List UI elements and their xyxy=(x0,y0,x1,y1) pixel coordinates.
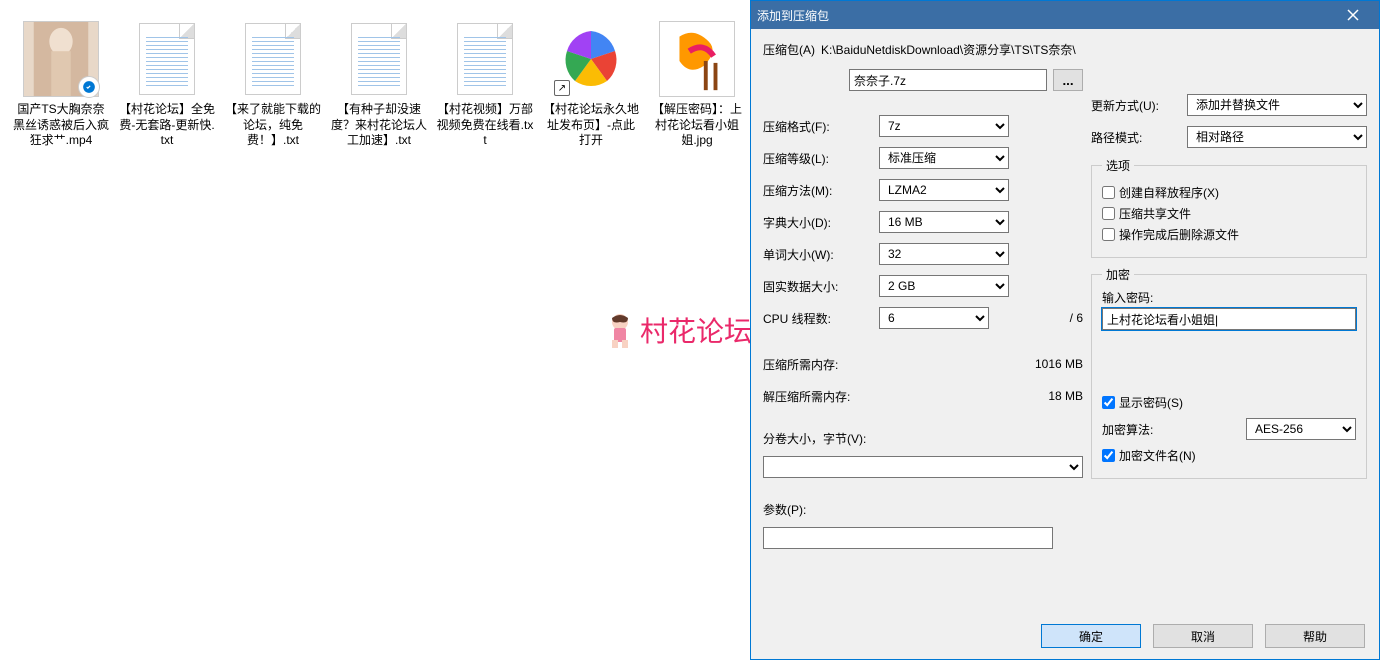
show-password-checkbox[interactable] xyxy=(1102,396,1115,409)
enc-method-label: 加密算法: xyxy=(1102,421,1192,438)
solid-select[interactable]: 2 GB xyxy=(879,275,1009,297)
show-password-label: 显示密码(S) xyxy=(1119,394,1183,411)
ok-button[interactable]: 确定 xyxy=(1041,624,1141,648)
word-select[interactable]: 32 xyxy=(879,243,1009,265)
pathmode-label: 路径模式: xyxy=(1091,129,1181,146)
format-label: 压缩格式(F): xyxy=(763,118,873,135)
dialog-titlebar[interactable]: 添加到压缩包 xyxy=(751,1,1379,29)
threads-select[interactable]: 6 xyxy=(879,307,989,329)
close-icon xyxy=(1347,9,1359,21)
file-item[interactable]: 【解压密码】：上村花论坛看小姐姐.jpg xyxy=(644,20,750,149)
text-file-icon xyxy=(234,20,312,98)
options-legend: 选项 xyxy=(1102,157,1134,174)
password-input[interactable] xyxy=(1102,308,1356,330)
archive-label: 压缩包(A) xyxy=(763,41,815,58)
encrypt-names-checkbox[interactable] xyxy=(1102,449,1115,462)
update-label: 更新方式(U): xyxy=(1091,97,1181,114)
file-item[interactable]: 【有种子却没速度？来村花论坛人工加速】.txt xyxy=(326,20,432,149)
close-button[interactable] xyxy=(1333,4,1373,26)
mem-comp-label: 压缩所需内存: xyxy=(763,356,873,373)
video-thumbnail xyxy=(22,20,100,98)
text-file-icon xyxy=(446,20,524,98)
dialog-right-column: 更新方式(U): 添加并替换文件 路径模式: 相对路径 选项 创建自释放程序(X) … xyxy=(1091,41,1367,601)
level-select[interactable]: 标准压缩 xyxy=(879,147,1009,169)
shortcut-arrow-icon: ↗ xyxy=(554,80,570,96)
sfx-label: 创建自释放程序(X) xyxy=(1119,184,1219,201)
pathmode-select[interactable]: 相对路径 xyxy=(1187,126,1367,148)
text-file-icon xyxy=(128,20,206,98)
update-select[interactable]: 添加并替换文件 xyxy=(1187,94,1367,116)
enc-method-select[interactable]: AES-256 xyxy=(1246,418,1356,440)
split-label: 分卷大小，字节(V): xyxy=(763,432,866,446)
solid-label: 固实数据大小: xyxy=(763,278,873,295)
share-label: 压缩共享文件 xyxy=(1119,205,1191,222)
sync-badge-icon xyxy=(78,76,100,98)
share-checkbox[interactable] xyxy=(1102,207,1115,220)
encryption-group: 加密 输入密码: 显示密码(S) 加密算法: AES-256 加密文件名(N) xyxy=(1091,266,1367,479)
word-label: 单词大小(W): xyxy=(763,246,873,263)
password-label: 输入密码: xyxy=(1102,289,1356,306)
watermark-girl-icon xyxy=(600,310,640,350)
file-label: 【村花论坛永久地址发布页】-点此打开 xyxy=(538,102,644,149)
method-label: 压缩方法(M): xyxy=(763,182,873,199)
file-item[interactable]: 【村花论坛】全免费-无套路-更新快.txt xyxy=(114,20,220,149)
text-file-icon xyxy=(340,20,418,98)
file-item[interactable]: 【村花视频】万部视频免费在线看.txt xyxy=(432,20,538,149)
dialog-title: 添加到压缩包 xyxy=(757,7,1333,24)
dict-select[interactable]: 16 MB xyxy=(879,211,1009,233)
mem-decomp-value: 18 MB xyxy=(1048,389,1083,403)
params-input[interactable] xyxy=(763,527,1053,549)
options-group: 选项 创建自释放程序(X) 压缩共享文件 操作完成后删除源文件 xyxy=(1091,157,1367,258)
dict-label: 字典大小(D): xyxy=(763,214,873,231)
delete-checkbox[interactable] xyxy=(1102,228,1115,241)
file-label: 【解压密码】：上村花论坛看小姐姐.jpg xyxy=(644,102,750,149)
file-label: 【村花论坛】全免费-无套路-更新快.txt xyxy=(114,102,220,149)
delete-label: 操作完成后删除源文件 xyxy=(1119,226,1239,243)
file-label: 【来了就能下载的论坛，纯免费！】.txt xyxy=(220,102,326,149)
mem-comp-value: 1016 MB xyxy=(1035,357,1083,371)
watermark: 村花论坛 xyxy=(600,310,752,350)
file-item[interactable]: 国产TS大胸奈奈黑丝诱惑被后入疯狂求艹.mp4 xyxy=(8,20,114,149)
format-select[interactable]: 7z xyxy=(879,115,1009,137)
add-to-archive-dialog: 添加到压缩包 压缩包(A) K:\BaiduNetdiskDownload\资源… xyxy=(750,0,1380,660)
file-item[interactable]: 【来了就能下载的论坛，纯免费！】.txt xyxy=(220,20,326,149)
method-select[interactable]: LZMA2 xyxy=(879,179,1009,201)
dialog-footer: 确定 取消 帮助 xyxy=(751,613,1379,659)
file-label: 国产TS大胸奈奈黑丝诱惑被后入疯狂求艹.mp4 xyxy=(8,102,114,149)
file-label: 【有种子却没速度？来村花论坛人工加速】.txt xyxy=(326,102,432,149)
dialog-left-column: 压缩包(A) K:\BaiduNetdiskDownload\资源分享\TS\T… xyxy=(763,41,1083,601)
help-button[interactable]: 帮助 xyxy=(1265,624,1365,648)
sfx-checkbox[interactable] xyxy=(1102,186,1115,199)
encrypt-names-label: 加密文件名(N) xyxy=(1119,447,1196,464)
dialog-body: 压缩包(A) K:\BaiduNetdiskDownload\资源分享\TS\T… xyxy=(751,29,1379,613)
file-label: 【村花视频】万部视频免费在线看.txt xyxy=(432,102,538,149)
image-thumbnail xyxy=(658,20,736,98)
archive-path: K:\BaiduNetdiskDownload\资源分享\TS\TS奈奈\ xyxy=(821,41,1083,58)
archive-name-input[interactable] xyxy=(849,69,1047,91)
level-label: 压缩等级(L): xyxy=(763,150,873,167)
threads-label: CPU 线程数: xyxy=(763,310,873,327)
encryption-legend: 加密 xyxy=(1102,266,1134,283)
split-select[interactable] xyxy=(763,456,1083,478)
watermark-text: 村花论坛 xyxy=(640,310,752,350)
mem-decomp-label: 解压缩所需内存: xyxy=(763,388,873,405)
file-item[interactable]: ↗ 【村花论坛永久地址发布页】-点此打开 xyxy=(538,20,644,149)
threads-max: / 6 xyxy=(1070,311,1083,325)
shortcut-thumbnail: ↗ xyxy=(552,20,630,98)
params-label: 参数(P): xyxy=(763,503,806,517)
cancel-button[interactable]: 取消 xyxy=(1153,624,1253,648)
browse-button[interactable]: ... xyxy=(1053,69,1083,91)
